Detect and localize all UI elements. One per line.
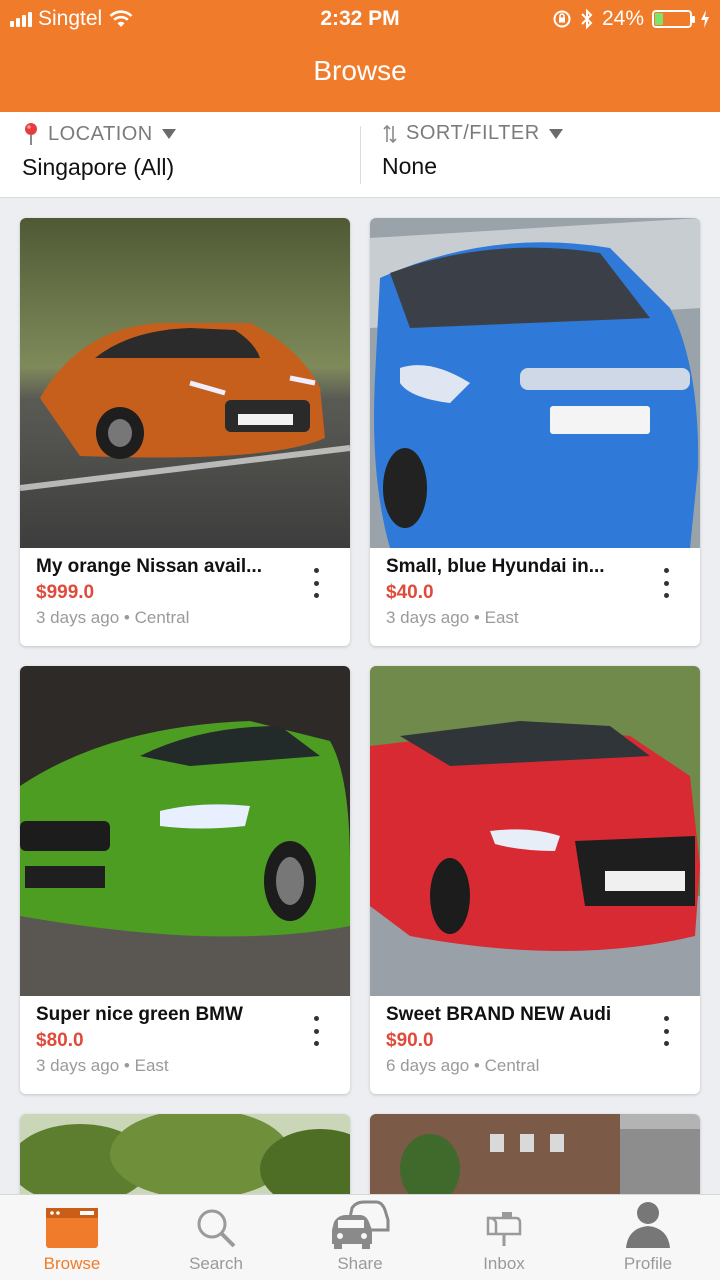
listing-meta: 3 days ago • East — [386, 608, 684, 628]
tab-label: Profile — [623, 1254, 673, 1273]
listing-photo-trees[interactable] — [20, 1114, 350, 1204]
tab-label: Share — [337, 1254, 383, 1273]
more-options-icon[interactable] — [660, 1016, 672, 1046]
battery-icon — [652, 10, 695, 28]
sort-value: None — [382, 153, 437, 179]
meta-separator: • — [473, 1056, 480, 1075]
meta-separator: • — [123, 608, 130, 627]
location-label-row: LOCATION — [22, 122, 352, 146]
listing-price: $40.0 — [386, 582, 434, 603]
listing-info: Super nice green BMW $80.0 3 days ago • … — [20, 996, 350, 1094]
location-filter[interactable]: LOCATION Singapore (All) — [22, 122, 352, 188]
meta-separator: • — [123, 1056, 130, 1075]
listing-price: $80.0 — [36, 1030, 84, 1051]
sort-label-row: SORT/FILTER — [382, 122, 702, 145]
tab-browse[interactable]: Browse — [0, 1195, 144, 1280]
tab-label: Search — [189, 1254, 243, 1273]
tab-inbox[interactable]: Inbox — [432, 1195, 576, 1280]
sort-icon — [383, 124, 397, 143]
search-icon — [197, 1209, 236, 1248]
listing-photo-red-audi[interactable] — [370, 666, 700, 996]
inbox-mailbox-icon — [486, 1212, 522, 1246]
listing-photo-green-bmw[interactable] — [20, 666, 350, 996]
more-options-icon[interactable] — [310, 568, 322, 598]
profile-icon — [626, 1202, 670, 1248]
listing-title[interactable]: Small, blue Hyundai in... — [386, 556, 626, 578]
listing-card[interactable]: Small, blue Hyundai in... $40.0 3 days a… — [370, 218, 700, 646]
location-value: Singapore (All) — [22, 154, 175, 180]
listing-info: Small, blue Hyundai in... $40.0 3 days a… — [370, 548, 700, 646]
listing-region: Central — [134, 608, 190, 627]
status-right: 24% — [552, 7, 710, 31]
filter-divider — [360, 126, 361, 184]
listing-card[interactable]: Super nice green BMW $80.0 3 days ago • … — [20, 666, 350, 1094]
top-bar: Singtel 2:32 PM 24% Browse — [0, 0, 720, 112]
status-bar: Singtel 2:32 PM 24% — [0, 0, 720, 40]
tab-share[interactable]: Share — [288, 1195, 432, 1280]
listing-photo-blue-hyundai[interactable] — [370, 218, 700, 548]
listing-title[interactable]: My orange Nissan avail... — [36, 556, 276, 578]
listing-info: Sweet BRAND NEW Audi $90.0 6 days ago • … — [370, 996, 700, 1094]
battery-percent: 24% — [601, 7, 644, 30]
share-cars-icon — [332, 1200, 390, 1249]
more-options-icon[interactable] — [310, 1016, 322, 1046]
sort-filter[interactable]: SORT/FILTER None — [382, 122, 702, 188]
tab-label: Browse — [43, 1254, 101, 1273]
listing-meta: 6 days ago • Central — [386, 1056, 684, 1076]
listing-photo-orange-nissan[interactable] — [20, 218, 350, 548]
listing-title[interactable]: Sweet BRAND NEW Audi — [386, 1004, 626, 1026]
dropdown-arrow-icon — [548, 128, 563, 139]
browse-icon — [46, 1208, 98, 1248]
more-options-icon[interactable] — [660, 568, 672, 598]
listing-age: 3 days ago — [36, 1056, 120, 1075]
listing-meta: 3 days ago • Central — [36, 608, 334, 628]
listing-price: $90.0 — [386, 1030, 434, 1051]
listing-card[interactable]: My orange Nissan avail... $999.0 3 days … — [20, 218, 350, 646]
tab-search[interactable]: Search — [144, 1195, 288, 1280]
listing-title[interactable]: Super nice green BMW — [36, 1004, 276, 1026]
page-title: Browse — [313, 55, 407, 86]
listing-age: 6 days ago — [386, 1056, 470, 1075]
listing-card[interactable]: Sweet BRAND NEW Audi $90.0 6 days ago • … — [370, 666, 700, 1094]
orientation-lock-icon — [553, 10, 571, 28]
sort-label: SORT/FILTER — [406, 122, 540, 144]
listing-age: 3 days ago — [36, 608, 120, 627]
tab-bar: Browse Search Share Inbox Profile — [0, 1194, 720, 1280]
meta-separator: • — [473, 608, 480, 627]
bluetooth-icon — [581, 8, 593, 30]
listing-photo-street[interactable] — [370, 1114, 700, 1204]
listing-region: East — [134, 1056, 169, 1075]
tab-label: Inbox — [483, 1254, 525, 1273]
charging-icon — [701, 10, 709, 28]
listing-region: Central — [484, 1056, 540, 1075]
listing-age: 3 days ago — [386, 608, 470, 627]
pin-icon — [25, 123, 37, 145]
listing-card-partial[interactable] — [20, 1114, 350, 1204]
listing-card-partial[interactable] — [370, 1114, 700, 1204]
listing-meta: 3 days ago • East — [36, 1056, 334, 1076]
listing-info: My orange Nissan avail... $999.0 3 days … — [20, 548, 350, 646]
location-label: LOCATION — [48, 122, 153, 145]
filter-bar: LOCATION Singapore (All) SORT/FILTER Non… — [0, 112, 720, 198]
dropdown-arrow-icon — [161, 129, 176, 139]
listing-price: $999.0 — [36, 582, 95, 603]
listing-region: East — [484, 608, 519, 627]
tab-profile[interactable]: Profile — [576, 1195, 720, 1280]
